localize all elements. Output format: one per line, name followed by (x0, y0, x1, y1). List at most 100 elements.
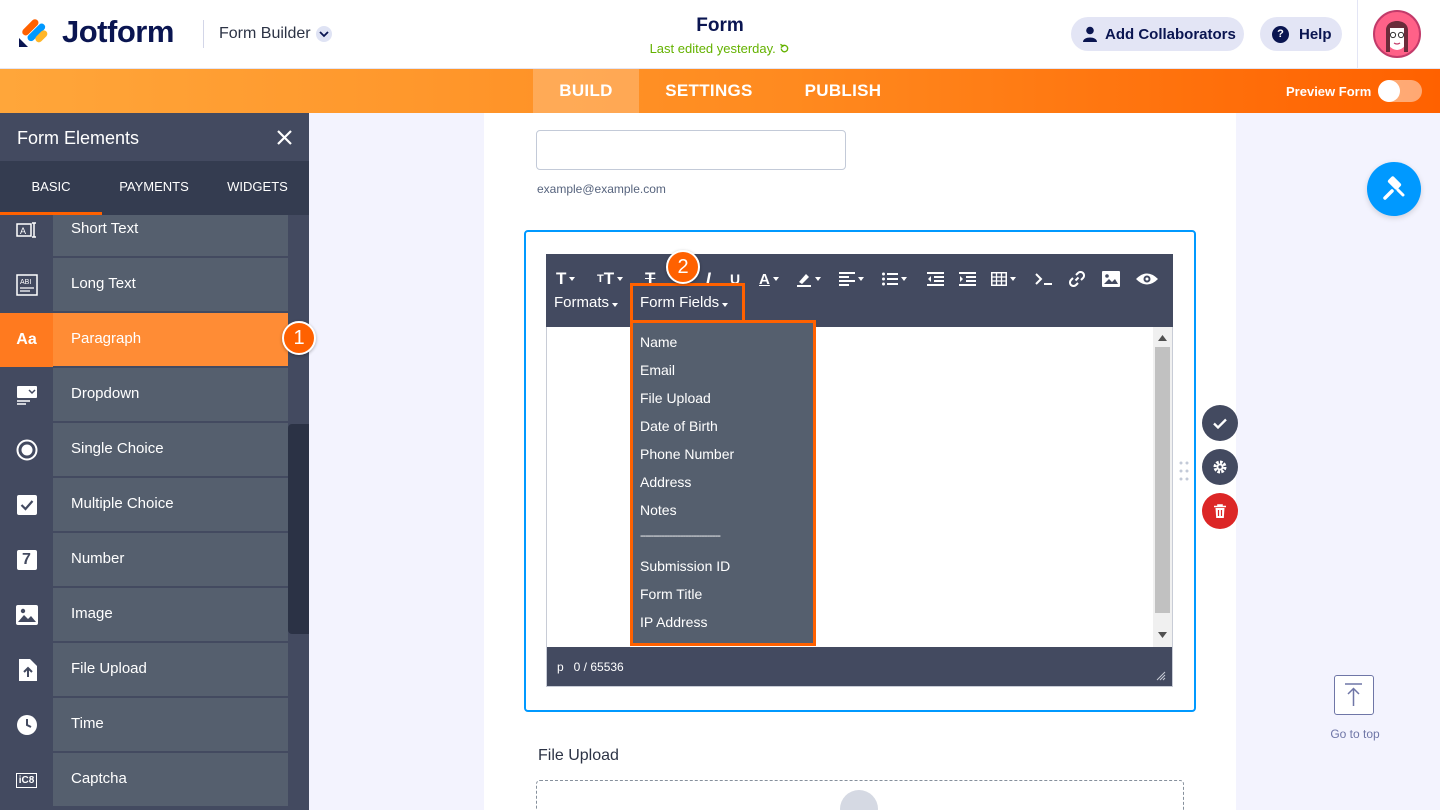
svg-text:ABI: ABI (20, 279, 31, 286)
jotform-logo-icon[interactable] (18, 16, 48, 48)
formats-dropdown[interactable]: Formats (554, 294, 619, 311)
email-field[interactable] (536, 130, 846, 170)
help-button[interactable]: ? Help (1260, 17, 1342, 51)
clock-icon (0, 698, 53, 752)
element-label: File Upload (71, 660, 147, 677)
menu-item-file-upload[interactable]: File Upload (640, 390, 711, 406)
element-label: Image (71, 605, 113, 622)
list-icon[interactable] (882, 267, 907, 291)
insert-image-icon[interactable] (1102, 267, 1120, 291)
drag-handle-icon[interactable] (1179, 460, 1189, 482)
code-icon[interactable] (1035, 267, 1053, 291)
menu-item-phone-number[interactable]: Phone Number (640, 446, 734, 462)
menu-item-date-of-birth[interactable]: Date of Birth (640, 418, 718, 434)
paint-roller-icon (1383, 176, 1405, 200)
element-number[interactable]: 7 Number (0, 533, 288, 587)
arrow-up-icon (1345, 683, 1362, 706)
menu-item-email[interactable]: Email (640, 362, 675, 378)
tab-widgets[interactable]: WIDGETS (206, 161, 309, 215)
tab-settings[interactable]: SETTINGS (650, 69, 768, 113)
top-header: Jotform Form Builder Form Last edited ye… (0, 0, 1440, 69)
delete-button[interactable] (1202, 493, 1238, 529)
element-image[interactable]: Image (0, 588, 288, 642)
chevron-down-icon[interactable] (316, 26, 332, 42)
file-upload-icon (0, 643, 53, 697)
go-to-top-button[interactable] (1334, 675, 1374, 715)
link-icon[interactable] (1069, 267, 1085, 291)
highlight-icon[interactable] (796, 267, 821, 291)
element-paragraph[interactable]: Aa Paragraph (0, 313, 288, 367)
form-designer-button[interactable] (1367, 162, 1421, 216)
refresh-icon[interactable] (779, 43, 790, 54)
table-icon[interactable] (991, 267, 1016, 291)
element-single-choice[interactable]: Single Choice (0, 423, 288, 477)
menu-item-address[interactable]: Address (640, 474, 691, 490)
add-collaborators-button[interactable]: Add Collaborators (1071, 17, 1244, 51)
element-multiple-choice[interactable]: Multiple Choice (0, 478, 288, 532)
preview-form-toggle[interactable] (1378, 80, 1422, 102)
panel-tabs: BASIC PAYMENTS WIDGETS (0, 161, 309, 215)
done-button[interactable] (1202, 405, 1238, 441)
close-icon[interactable] (276, 129, 293, 146)
editor-statusbar (547, 647, 1172, 686)
long-text-icon: ABI (0, 258, 53, 312)
header-divider-right (1357, 0, 1358, 69)
menu-separator: ------------------------------ (640, 530, 721, 542)
tab-payments[interactable]: PAYMENTS (102, 161, 206, 215)
element-label: Multiple Choice (71, 495, 174, 512)
tab-build[interactable]: BUILD (533, 69, 639, 113)
outdent-icon[interactable] (927, 267, 944, 291)
menu-item-form-title[interactable]: Form Title (640, 586, 702, 602)
radio-icon (0, 423, 53, 477)
form-builder-label[interactable]: Form Builder (219, 25, 311, 43)
tab-publish[interactable]: PUBLISH (790, 69, 896, 113)
check-icon (1213, 418, 1227, 429)
editor-scrollbar-thumb[interactable] (1155, 347, 1170, 613)
avatar[interactable] (1373, 10, 1421, 58)
step-badge-2: 2 (666, 250, 700, 284)
element-long-text[interactable]: ABI Long Text (0, 258, 288, 312)
properties-button[interactable] (1202, 449, 1238, 485)
element-label: Dropdown (71, 385, 140, 402)
checkbox-icon (0, 478, 53, 532)
menu-item-name[interactable]: Name (640, 334, 677, 350)
dropdown-icon (0, 368, 53, 422)
step-badge-1: 1 (282, 321, 316, 355)
help-icon: ? (1272, 25, 1289, 43)
image-icon (0, 588, 53, 642)
help-label: Help (1299, 25, 1332, 43)
number-icon: 7 (0, 533, 53, 587)
indent-icon[interactable] (959, 267, 976, 291)
font-size-icon[interactable]: TT (597, 267, 624, 291)
text-style-icon[interactable]: T (556, 267, 576, 291)
element-label: Number (71, 550, 125, 567)
element-captcha[interactable]: iC8 Captcha (0, 753, 288, 807)
tab-basic[interactable]: BASIC (0, 161, 102, 215)
element-file-upload[interactable]: File Upload (0, 643, 288, 697)
element-label: Long Text (71, 275, 136, 292)
preview-form-label: Preview Form (1286, 84, 1372, 99)
short-text-icon: A (0, 215, 53, 257)
email-sublabel: example@example.com (537, 182, 666, 196)
brand-name[interactable]: Jotform (62, 14, 174, 50)
scroll-up-icon[interactable] (1158, 335, 1167, 341)
menu-item-notes[interactable]: Notes (640, 502, 677, 518)
preview-eye-icon[interactable] (1135, 267, 1159, 291)
menu-item-submission-id[interactable]: Submission ID (640, 558, 730, 574)
element-time[interactable]: Time (0, 698, 288, 752)
form-title[interactable]: Form (620, 15, 820, 37)
character-count: p 0 / 65536 (557, 660, 624, 674)
resize-handle-icon[interactable] (1156, 671, 1166, 681)
file-upload-field-label[interactable]: File Upload (538, 747, 619, 765)
panel-scrollbar-thumb[interactable] (288, 424, 309, 634)
menu-item-ip-address[interactable]: IP Address (640, 614, 707, 630)
font-color-icon[interactable]: A (759, 267, 779, 291)
form-fields-label: Form Fields (640, 294, 720, 311)
form-fields-dropdown[interactable]: Form Fields (640, 294, 729, 311)
align-icon[interactable] (839, 267, 864, 291)
element-dropdown[interactable]: Dropdown (0, 368, 288, 422)
element-short-text[interactable]: A Short Text (0, 215, 288, 257)
panel-header: Form Elements (0, 113, 309, 161)
scroll-down-icon[interactable] (1158, 632, 1167, 638)
formats-label: Formats (554, 294, 610, 311)
